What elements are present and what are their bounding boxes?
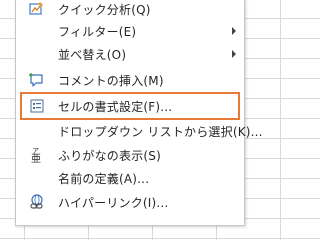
menu-item-show-furigana[interactable]: ア 亜 ふりがなの表示(S) <box>16 143 244 167</box>
menu-item-label: ドロップダウン リストから選択(K)... <box>58 124 263 139</box>
menu-item-label: コメントの挿入(M) <box>58 73 164 88</box>
submenu-arrow-icon <box>232 50 236 58</box>
menu-item-filter[interactable]: フィルター(E) <box>16 19 244 43</box>
quick-analysis-icon <box>26 0 48 20</box>
menu-item-define-name[interactable]: 名前の定義(A)... <box>16 166 244 190</box>
menu-item-label: セルの書式設定(F)... <box>58 99 173 114</box>
insert-comment-icon <box>26 69 48 91</box>
menu-item-label: ハイパーリンク(I)... <box>58 195 169 210</box>
menu-item-label: ふりがなの表示(S) <box>58 148 161 163</box>
menu-item-insert-comment[interactable]: コメントの挿入(M) <box>16 68 244 92</box>
menu-item-dropdown-list[interactable]: ドロップダウン リストから選択(K)... <box>16 119 263 143</box>
menu-item-label: 名前の定義(A)... <box>58 171 150 186</box>
svg-text:亜: 亜 <box>31 154 41 164</box>
menu-item-hyperlink[interactable]: ハイパーリンク(I)... <box>16 190 244 214</box>
menu-item-label: 並べ替え(O) <box>58 47 127 62</box>
submenu-arrow-icon <box>232 27 236 35</box>
menu-item-format-cells[interactable]: セルの書式設定(F)... <box>16 94 244 118</box>
context-menu: クイック分析(Q) フィルター(E) 並べ替え(O) コメントの挿入(M) セル… <box>15 0 263 226</box>
menu-item-label: クイック分析(Q) <box>58 2 151 17</box>
furigana-icon: ア 亜 <box>26 144 48 166</box>
format-cells-icon <box>26 95 48 117</box>
menu-item-quick-analysis[interactable]: クイック分析(Q) <box>16 0 244 21</box>
menu-item-label: フィルター(E) <box>58 24 137 39</box>
hyperlink-icon <box>26 191 48 213</box>
menu-item-sort[interactable]: 並べ替え(O) <box>16 42 244 66</box>
